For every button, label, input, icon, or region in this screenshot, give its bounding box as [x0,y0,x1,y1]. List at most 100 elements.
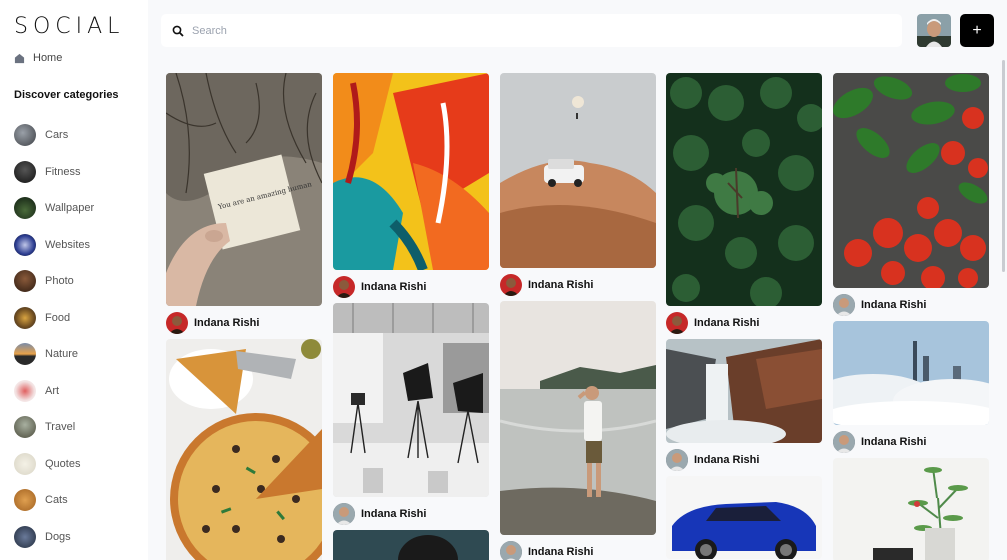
author-avatar [166,311,188,334]
category-item-quotes[interactable]: Quotes [14,446,94,483]
pin-image[interactable] [666,476,822,559]
nav-home[interactable]: Home [14,52,62,64]
feed-column: Indana Rishi Indana Rishi [500,73,656,560]
feed-scrollbar[interactable] [1002,60,1005,272]
pin-author[interactable]: Indana Rishi [500,535,656,560]
author-name: Indana Rishi [194,316,260,329]
pin-image[interactable] [500,301,656,535]
author-avatar [333,502,355,525]
author-avatar [833,430,855,453]
sidebar: SOCIAL Home Discover categories Cars Fit… [0,0,148,560]
author-avatar [500,540,522,560]
discover-categories-title: Discover categories [14,89,119,101]
pin-card[interactable]: Indana Rishi [333,73,489,303]
category-item-cats[interactable]: Cats [14,482,94,519]
pin-author[interactable]: Indana Rishi [833,288,989,321]
pin-author[interactable]: Indana Rishi [166,306,322,339]
user-avatar[interactable] [917,14,951,47]
category-thumb [14,306,36,329]
pin-card[interactable]: Indana Rishi [500,73,656,301]
category-label: Art [45,384,60,397]
feed-column: You are an amazing human Indana Rishi [166,73,322,560]
pin-author[interactable]: Indana Rishi [833,425,989,458]
feed-column: Indana Rishi Indana Rishi [333,73,489,560]
pin-card[interactable]: Indana Rishi [833,321,989,458]
category-item-websites[interactable]: Websites [14,227,94,264]
category-item-dogs[interactable]: Dogs [14,519,94,556]
pin-card[interactable] [833,458,989,560]
pin-card[interactable]: Indana Rishi [666,339,822,476]
category-thumb [14,525,36,548]
category-thumb [14,160,36,183]
author-name: Indana Rishi [361,280,427,293]
author-avatar [500,273,522,296]
pin-card[interactable]: You are an amazing human Indana Rishi [166,73,322,339]
pin-image[interactable] [666,339,822,443]
category-label: Dogs [45,530,71,543]
category-thumb [14,233,36,256]
pin-card[interactable] [166,339,322,560]
category-label: Fitness [45,165,81,178]
pin-image[interactable] [166,339,322,560]
pin-author[interactable]: Indana Rishi [333,270,489,303]
category-label: Cars [45,129,69,142]
author-name: Indana Rishi [528,545,594,558]
pin-card[interactable]: Indana Rishi [500,301,656,560]
add-pin-button[interactable]: + [960,14,994,47]
home-icon [14,53,25,63]
pin-author[interactable]: Indana Rishi [666,306,822,339]
app-logo[interactable]: SOCIAL [14,14,124,39]
author-name: Indana Rishi [694,316,760,329]
pin-image[interactable] [833,321,989,425]
pin-card[interactable]: Indana Rishi [833,73,989,321]
feed-column: Indana Rishi Indana Rishi [833,73,989,560]
author-name: Indana Rishi [861,298,927,311]
pin-image[interactable] [333,303,489,497]
category-thumb [14,270,36,293]
search-input[interactable] [192,24,792,37]
category-label: Travel [45,421,76,434]
category-label: Nature [45,348,79,361]
pin-image[interactable] [833,73,989,288]
pin-image[interactable] [666,73,822,306]
category-item-photo[interactable]: Photo [14,263,94,300]
category-thumb [14,197,36,220]
author-avatar [666,448,688,471]
category-list: Cars Fitness Wallpaper Websites Photo Fo… [14,117,94,555]
category-label: Photo [45,275,74,288]
category-item-art[interactable]: Art [14,373,94,410]
category-label: Food [45,311,71,324]
pin-image[interactable] [333,530,489,560]
category-thumb [14,379,36,402]
pin-card[interactable]: Indana Rishi [666,73,822,339]
category-item-fitness[interactable]: Fitness [14,154,94,191]
pin-image[interactable] [500,73,656,268]
category-thumb [14,343,36,366]
author-avatar [333,275,355,298]
pin-author[interactable]: Indana Rishi [500,268,656,301]
feed-column: Indana Rishi Indana Rishi [666,73,822,559]
pin-card[interactable]: Indana Rishi [333,303,489,530]
pin-card[interactable] [666,476,822,559]
category-item-wallpaper[interactable]: Wallpaper [14,190,94,227]
pin-author[interactable]: Indana Rishi [666,443,822,476]
search-bar[interactable] [161,14,902,47]
category-item-cars[interactable]: Cars [14,117,94,154]
category-label: Wallpaper [45,202,95,215]
category-label: Quotes [45,457,81,470]
pin-image[interactable] [833,458,989,560]
category-item-food[interactable]: Food [14,300,94,337]
author-name: Indana Rishi [861,435,927,448]
pin-image[interactable]: You are an amazing human [166,73,322,306]
author-name: Indana Rishi [528,278,594,291]
avatar-image [917,14,951,47]
nav-home-label: Home [33,52,63,64]
category-item-travel[interactable]: Travel [14,409,94,446]
author-avatar [833,293,855,316]
pin-author[interactable]: Indana Rishi [333,497,489,530]
category-label: Cats [45,494,68,507]
pin-image[interactable] [333,73,489,270]
pin-card[interactable] [333,530,489,560]
category-item-nature[interactable]: Nature [14,336,94,373]
author-name: Indana Rishi [361,507,427,520]
